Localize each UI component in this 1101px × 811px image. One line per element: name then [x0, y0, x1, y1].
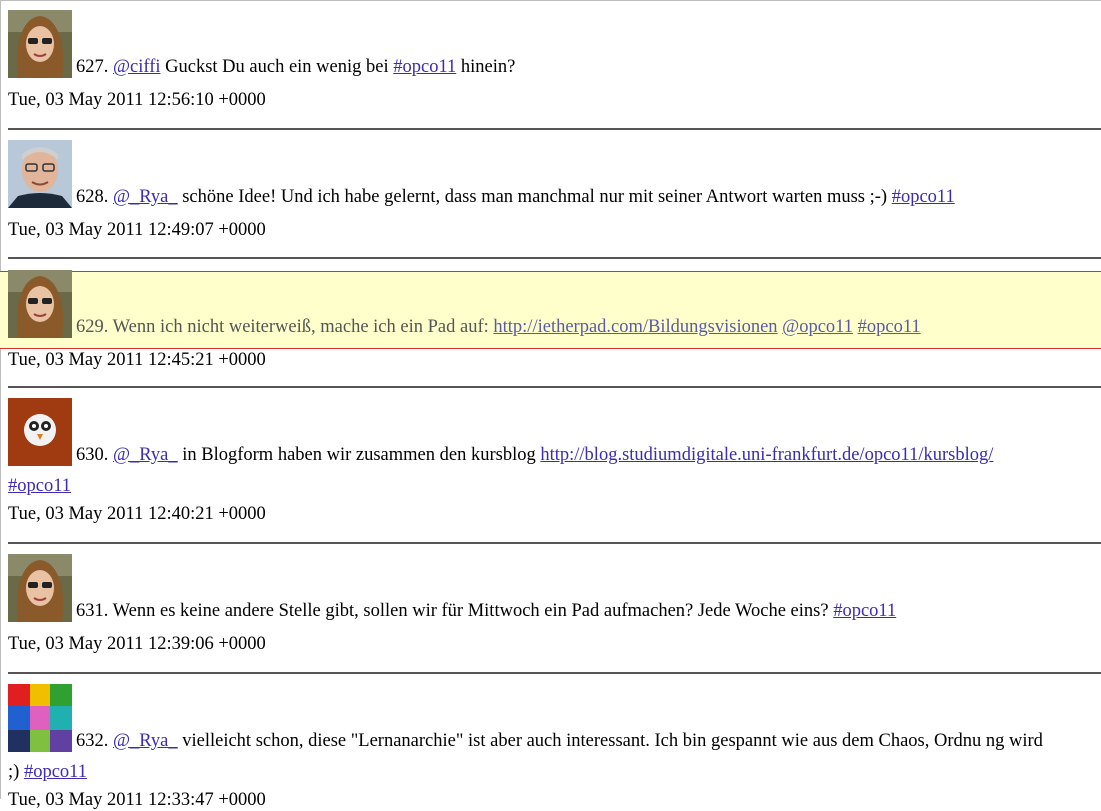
tweet-body-continuation: #opco11	[8, 476, 71, 497]
tweet-text: hinein?	[456, 57, 516, 77]
tweet-divider	[8, 257, 1101, 259]
tweet-number: 630.	[76, 445, 113, 465]
tweet-timestamp: Tue, 03 May 2011 12:39:06 +0000	[8, 634, 266, 654]
avatar-woman-sunglasses[interactable]	[8, 10, 72, 78]
tweet-body: 627. @ciffi Guckst Du auch ein wenig bei…	[8, 10, 515, 78]
tweet-number: 631.	[76, 601, 113, 621]
tweet-body-continuation: ;) #opco11	[8, 762, 87, 783]
tweet-divider	[8, 386, 1101, 388]
tweet-body: 631. Wenn es keine andere Stelle gibt, s…	[8, 554, 896, 622]
tweet-body: 629. Wenn ich nicht weiterweiß, mache ic…	[8, 270, 921, 338]
tweet-divider	[8, 672, 1101, 674]
tweet-text: Wenn ich nicht weiterweiß, mache ich ein…	[112, 317, 494, 337]
mention-link[interactable]: @opco11	[782, 317, 853, 337]
hashtag-link[interactable]: #opco11	[8, 476, 71, 496]
tweet-number: 627.	[76, 57, 113, 77]
avatar-colorful-collage[interactable]	[8, 684, 72, 752]
avatar-owl-logo[interactable]	[8, 398, 72, 466]
tweet-text: vielleicht schon, diese "Lernanarchie" i…	[177, 731, 1043, 751]
mention-link[interactable]: @_Rya_	[113, 187, 178, 207]
tweet-timestamp: Tue, 03 May 2011 12:45:21 +0000	[8, 350, 266, 370]
tweet-text: ;)	[8, 762, 24, 782]
hashtag-link[interactable]: #opco11	[892, 187, 955, 207]
tweet-body: 632. @_Rya_ vielleicht schon, diese "Ler…	[8, 684, 1043, 752]
tweet-number: 629.	[76, 317, 113, 337]
avatar-woman-sunglasses[interactable]	[8, 554, 72, 622]
hashtag-link[interactable]: #opco11	[24, 762, 87, 782]
url-link[interactable]: http://blog.studiumdigitale.uni-frankfur…	[540, 445, 993, 465]
tweet-body: 630. @_Rya_ in Blogform haben wir zusamm…	[8, 398, 993, 466]
tweet-divider	[8, 542, 1101, 544]
tweet-text: Guckst Du auch ein wenig bei	[160, 57, 394, 77]
mention-link[interactable]: @ciffi	[113, 57, 161, 77]
tweet-timestamp: Tue, 03 May 2011 12:49:07 +0000	[8, 220, 266, 240]
tweet-timestamp: Tue, 03 May 2011 12:56:10 +0000	[8, 90, 266, 110]
avatar-man-glasses[interactable]	[8, 140, 72, 208]
hashtag-link[interactable]: #opco11	[833, 601, 896, 621]
tweet-body: 628. @_Rya_ schöne Idee! Und ich habe ge…	[8, 140, 955, 208]
tweet-timestamp: Tue, 03 May 2011 12:33:47 +0000	[8, 790, 266, 810]
tweet-number: 632.	[76, 731, 113, 751]
hashtag-link[interactable]: #opco11	[858, 317, 921, 337]
tweet-number: 628.	[76, 187, 113, 207]
tweet-divider	[8, 128, 1101, 130]
tweet-text: in Blogform haben wir zusammen den kursb…	[177, 445, 541, 465]
url-link[interactable]: http://ietherpad.com/Bildungsvisionen	[493, 317, 777, 337]
hashtag-link[interactable]: #opco11	[393, 57, 456, 77]
mention-link[interactable]: @_Rya_	[113, 445, 178, 465]
tweet-text: schöne Idee! Und ich habe gelernt, dass …	[177, 187, 892, 207]
mention-link[interactable]: @_Rya_	[113, 731, 178, 751]
tweet-timestamp: Tue, 03 May 2011 12:40:21 +0000	[8, 504, 266, 524]
tweet-text: Wenn es keine andere Stelle gibt, sollen…	[112, 601, 834, 621]
avatar-woman-sunglasses[interactable]	[8, 270, 72, 338]
